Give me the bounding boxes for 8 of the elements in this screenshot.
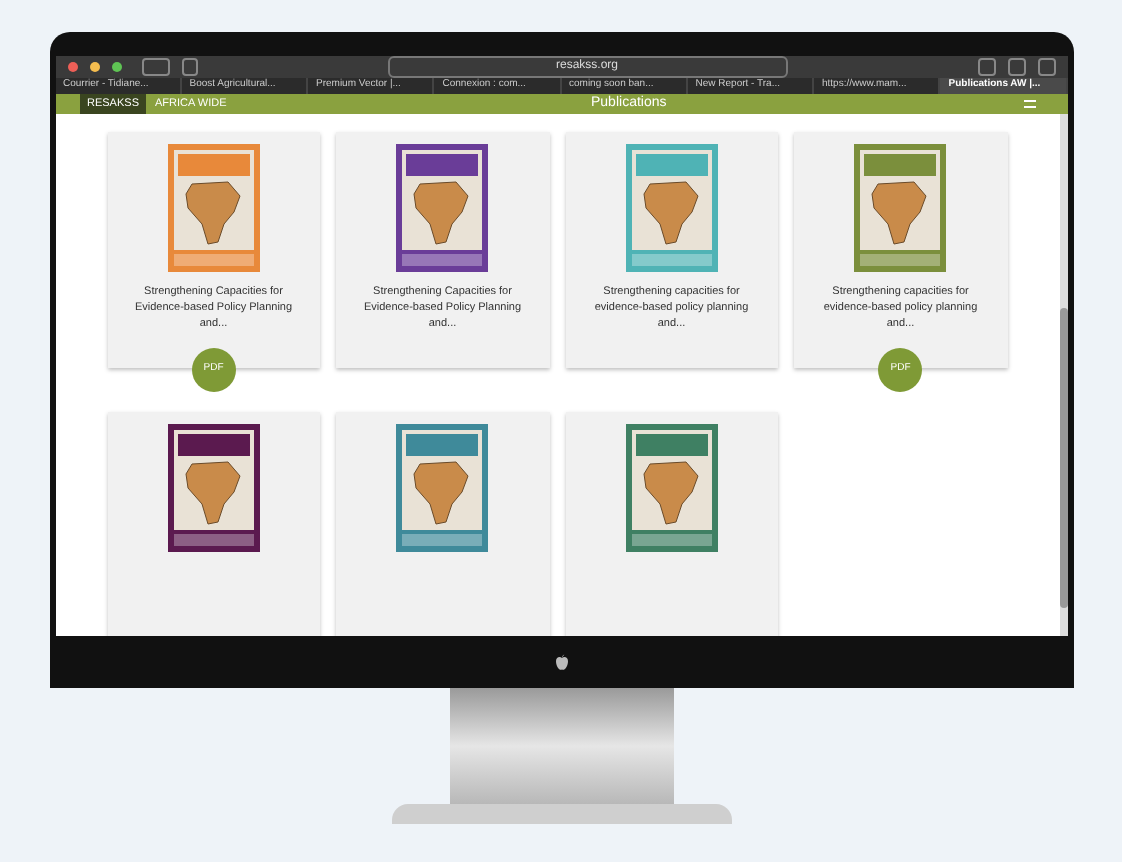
- menu-icon[interactable]: [1023, 99, 1035, 108]
- apple-logo-icon: [553, 653, 569, 671]
- maximize-icon[interactable]: [111, 62, 121, 72]
- minimize-icon[interactable]: [89, 62, 99, 72]
- publication-card[interactable]: [107, 412, 320, 636]
- sidebar-icon[interactable]: [141, 58, 169, 76]
- close-icon[interactable]: [67, 62, 77, 72]
- scrollbar[interactable]: [1059, 114, 1067, 636]
